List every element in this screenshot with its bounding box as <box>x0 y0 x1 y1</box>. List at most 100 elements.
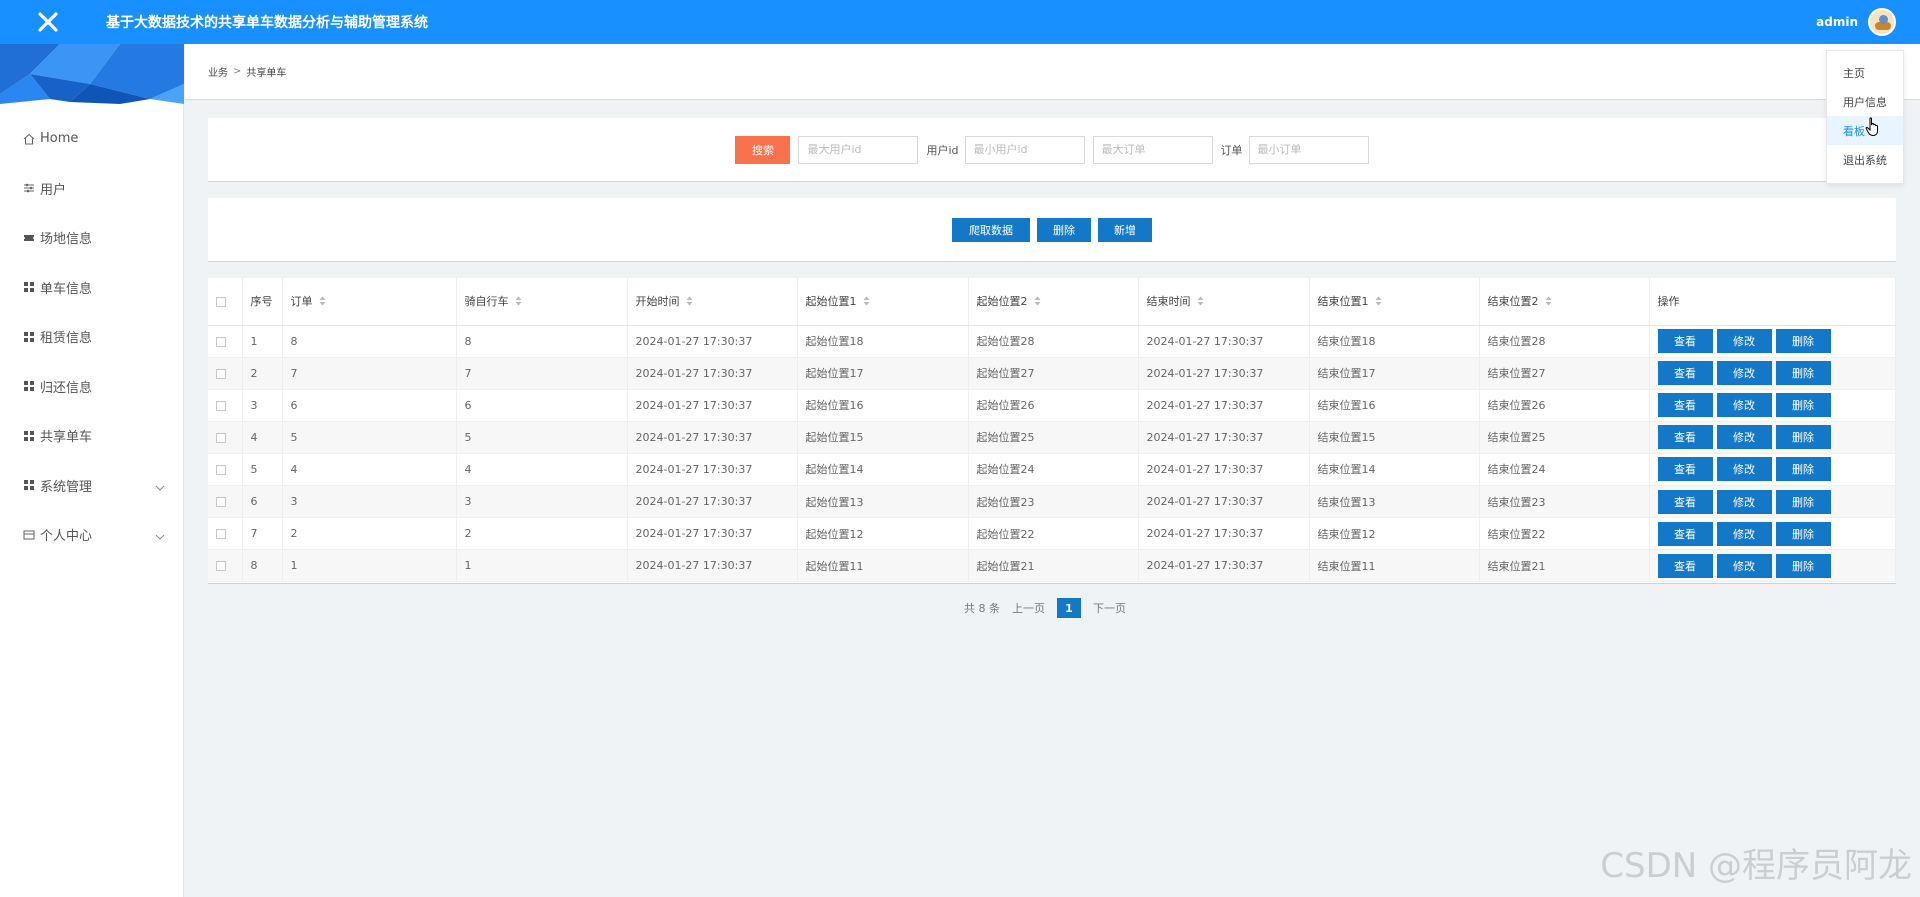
column-header[interactable]: 结束位置1 <box>1318 295 1369 308</box>
sidebar-item-home[interactable]: Home <box>0 114 183 164</box>
edit-button[interactable]: 修改 <box>1716 553 1772 578</box>
table-cell: 5 <box>242 453 283 486</box>
column-header[interactable]: 起始位置1 <box>806 295 857 308</box>
max-user-id-input[interactable] <box>798 135 919 164</box>
column-header[interactable]: 结束时间 <box>1147 295 1191 308</box>
crawl-data-button[interactable]: 爬取数据 <box>952 217 1030 242</box>
delete-button[interactable]: 删除 <box>1775 329 1831 354</box>
max-order-input[interactable] <box>1092 135 1213 164</box>
sort-icon[interactable] <box>1545 296 1552 309</box>
row-checkbox[interactable] <box>216 497 226 508</box>
column-header[interactable]: 起始位置2 <box>977 295 1028 308</box>
view-button[interactable]: 查看 <box>1657 457 1713 482</box>
current-page-button[interactable]: 1 <box>1057 598 1081 618</box>
sidebar-item-shared-bike[interactable]: 共享单车 <box>0 411 183 461</box>
sidebar-item-venue[interactable]: 场地信息 <box>0 213 183 263</box>
order-label: 订单 <box>1220 143 1243 157</box>
edit-button[interactable]: 修改 <box>1716 425 1772 450</box>
chevron-down-icon[interactable] <box>155 480 165 495</box>
view-button[interactable]: 查看 <box>1657 393 1713 418</box>
edit-button[interactable]: 修改 <box>1716 489 1772 514</box>
table-cell: 起始位置24 <box>968 453 1139 486</box>
column-header[interactable]: 结束位置2 <box>1488 295 1539 308</box>
table-cell: 起始位置13 <box>797 485 969 519</box>
column-header[interactable]: 订单 <box>291 295 313 308</box>
view-button[interactable]: 查看 <box>1657 489 1713 514</box>
delete-button[interactable]: 删除 <box>1775 457 1831 482</box>
row-checkbox[interactable] <box>216 400 226 411</box>
table-cell: 2024-01-27 17:30:37 <box>627 517 798 551</box>
avatar[interactable] <box>1868 8 1896 36</box>
view-button[interactable]: 查看 <box>1657 361 1713 386</box>
chevron-down-icon[interactable] <box>155 529 165 544</box>
edit-button[interactable]: 修改 <box>1716 329 1772 354</box>
table-cell: 7 <box>242 517 283 551</box>
close-icon[interactable] <box>14 4 82 40</box>
row-checkbox[interactable] <box>216 336 226 347</box>
sidebar-item-system[interactable]: 系统管理 <box>0 461 183 511</box>
delete-button[interactable]: 删除 <box>1775 553 1831 578</box>
edit-button[interactable]: 修改 <box>1716 361 1772 386</box>
select-all-checkbox[interactable] <box>216 296 226 307</box>
table-header-row: 序号 订单 骑自行车 开始时间 起始位置1 起始位置2 结束时间 结束位置1 结… <box>208 278 1896 326</box>
view-button[interactable]: 查看 <box>1657 521 1713 546</box>
user-area[interactable]: admin <box>1816 0 1896 44</box>
sort-icon[interactable] <box>1034 296 1041 309</box>
table-cell: 6 <box>242 485 283 519</box>
breadcrumb-parent[interactable]: 业务 <box>208 64 228 79</box>
sort-icon[interactable] <box>319 296 326 309</box>
row-checkbox[interactable] <box>216 561 226 572</box>
sort-icon[interactable] <box>863 296 870 309</box>
sort-icon[interactable] <box>515 296 522 309</box>
delete-button[interactable]: 删除 <box>1775 489 1831 514</box>
sidebar-item-label: 归还信息 <box>40 380 93 396</box>
edit-button[interactable]: 修改 <box>1716 521 1772 546</box>
delete-button[interactable]: 删除 <box>1775 425 1831 450</box>
table-cell: 7 <box>282 357 457 390</box>
min-order-input[interactable] <box>1248 135 1369 164</box>
prev-page-button[interactable]: 上一页 <box>1012 600 1045 616</box>
table-cell: 起始位置11 <box>797 549 969 583</box>
sidebar-item-rental[interactable]: 租赁信息 <box>0 312 183 362</box>
next-page-button[interactable]: 下一页 <box>1093 600 1126 616</box>
app-title: 基于大数据技术的共享单车数据分析与辅助管理系统 <box>106 15 428 31</box>
view-button[interactable]: 查看 <box>1657 425 1713 450</box>
table-cell: 1 <box>242 325 283 358</box>
sort-icon[interactable] <box>1197 296 1204 309</box>
row-checkbox[interactable] <box>216 368 226 379</box>
table-cell: 4 <box>282 453 457 486</box>
view-button[interactable]: 查看 <box>1657 329 1713 354</box>
row-checkbox[interactable] <box>216 432 226 443</box>
sidebar-item-bike-info[interactable]: 单车信息 <box>0 263 183 313</box>
row-checkbox[interactable] <box>216 529 226 540</box>
card-icon <box>22 528 36 542</box>
menu-item-home[interactable]: 主页 <box>1827 58 1903 87</box>
row-checkbox[interactable] <box>216 464 226 475</box>
hand-cursor-icon <box>1865 117 1881 141</box>
menu-item-logout[interactable]: 退出系统 <box>1827 145 1903 174</box>
sort-icon[interactable] <box>686 296 693 309</box>
table-cell: 起始位置22 <box>968 517 1139 551</box>
column-header[interactable]: 骑自行车 <box>465 295 509 308</box>
delete-button[interactable]: 删除 <box>1775 361 1831 386</box>
username[interactable]: admin <box>1816 15 1858 29</box>
sidebar-item-users[interactable]: 用户 <box>0 164 183 214</box>
edit-button[interactable]: 修改 <box>1716 393 1772 418</box>
sidebar-item-return[interactable]: 归还信息 <box>0 362 183 412</box>
table-cell: 结束位置26 <box>1479 389 1650 422</box>
table-cell: 2 <box>242 357 283 390</box>
delete-button[interactable]: 删除 <box>1775 521 1831 546</box>
min-user-id-input[interactable] <box>964 135 1085 164</box>
view-button[interactable]: 查看 <box>1657 553 1713 578</box>
batch-delete-button[interactable]: 删除 <box>1037 217 1091 242</box>
delete-button[interactable]: 删除 <box>1775 393 1831 418</box>
column-header[interactable]: 开始时间 <box>636 295 680 308</box>
edit-button[interactable]: 修改 <box>1716 457 1772 482</box>
table-cell: 5 <box>282 421 457 454</box>
sort-icon[interactable] <box>1375 296 1382 309</box>
search-button[interactable]: 搜索 <box>735 135 791 164</box>
menu-item-user-info[interactable]: 用户信息 <box>1827 87 1903 116</box>
grid-icon <box>22 478 36 492</box>
sidebar-item-profile[interactable]: 个人中心 <box>0 510 183 560</box>
add-button[interactable]: 新增 <box>1098 217 1152 242</box>
